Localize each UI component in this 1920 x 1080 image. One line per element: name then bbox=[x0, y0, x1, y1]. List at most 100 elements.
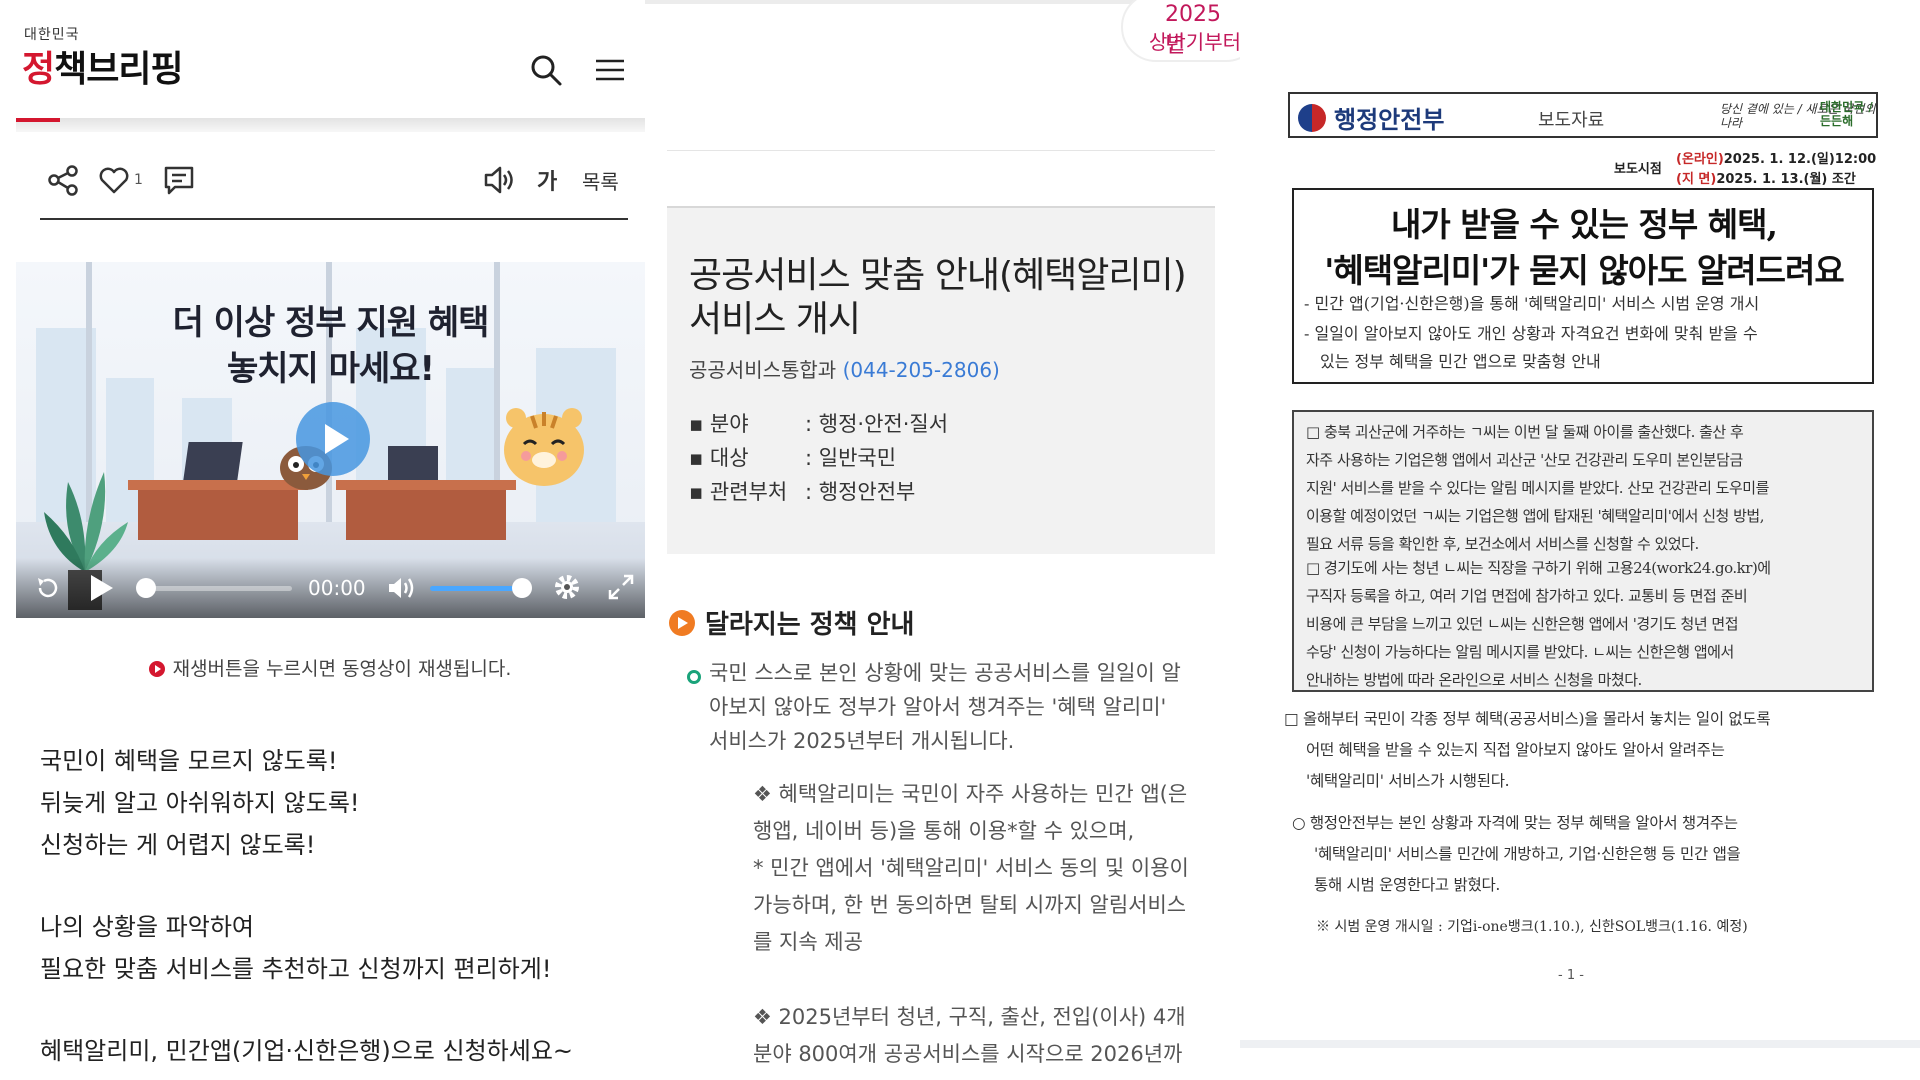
body-paragraph-1: □ 올해부터 국민이 각종 정부 혜택(공공서비스)을 몰라서 놓치는 일이 없… bbox=[1284, 704, 1894, 797]
text-line: 이용할 예정이었던 ㄱ씨는 기업은행 앱에 탑재된 '혜택알리미'에서 신청 방… bbox=[1306, 507, 1764, 525]
video-controls: 00:00 bbox=[16, 558, 645, 618]
text-line: ❖ 혜택알리미는 국민이 자주 사용하는 민간 앱(은 bbox=[753, 782, 1188, 806]
text-line: ❖ 2025년부터 청년, 구직, 출산, 전입(이사) 4개 bbox=[753, 1005, 1186, 1029]
replay-icon[interactable] bbox=[34, 574, 62, 602]
play-dot-icon bbox=[148, 661, 165, 677]
read-aloud-button[interactable] bbox=[482, 162, 516, 198]
service-info-card: 공공서비스 맞춤 안내(혜택알리미) 서비스 개시 공공서비스통합과 (044-… bbox=[667, 206, 1215, 554]
release-label: 보도시점 bbox=[1614, 162, 1662, 177]
note-paragraph-1: ❖ 혜택알리미는 국민이 자주 사용하는 민간 앱(은 행앱, 네이버 등)을 … bbox=[753, 776, 1233, 850]
text-line: 혜택알리미, 민간앱(기업·신한은행)으로 신청하세요~ bbox=[40, 1037, 574, 1065]
intro-paragraph-1: 국민이 혜택을 모르지 않도록! 뒤늦게 알고 아쉬워하지 않도록! 신청하는 … bbox=[40, 740, 640, 866]
text-line: □ 충북 괴산군에 거주하는 ㄱ씨는 이번 달 둘째 아이를 출산했다. 출산 … bbox=[1306, 423, 1744, 441]
headline-line2: '혜택알리미'가 묻지 않아도 알려드려요 bbox=[1324, 251, 1844, 290]
meta-key: ▪ 분야 bbox=[689, 412, 749, 436]
badge-subtitle: 상반기부터 bbox=[1149, 30, 1241, 54]
subheadline-1: - 민간 앱(기업·신한은행)을 통해 '혜택알리미' 서비스 시범 운영 개시 bbox=[1304, 294, 1760, 313]
meta-key: ▪ 관련부처 bbox=[689, 480, 788, 504]
meta-ministry: ▪ 관련부처 : 행정안전부 bbox=[689, 476, 915, 506]
department-phone[interactable]: (044-205-2806) bbox=[843, 358, 1000, 382]
document-header: 행정안전부 보도자료 당신 곁에 있는 / 새로운 국민의 나라 대한민국 / … bbox=[1288, 92, 1878, 138]
headline-box: 내가 받을 수 있는 정부 혜택, '혜택알리미'가 묻지 않아도 알려드려요 … bbox=[1292, 188, 1874, 384]
comment-button[interactable] bbox=[162, 162, 196, 198]
menu-icon[interactable] bbox=[592, 52, 628, 88]
intro-paragraph-3: 혜택알리미, 민간앱(기업·신한은행)으로 신청하세요~ bbox=[40, 1030, 640, 1072]
release-paper-tag: (지 면) bbox=[1676, 172, 1717, 187]
desk bbox=[336, 480, 516, 490]
text-line: 안내하는 방법에 따라 온라인으로 서비스 신청을 마쳤다. bbox=[1306, 671, 1642, 689]
meta-value: : 일반국민 bbox=[805, 446, 897, 470]
video-title: 더 이상 정부 지원 혜택 놓치지 마세요! bbox=[16, 300, 645, 392]
list-button[interactable]: 목록 bbox=[582, 162, 619, 198]
site-logo[interactable]: 정책브리핑 bbox=[22, 40, 184, 92]
text-line: 어떤 혜택을 받을 수 있는지 직접 알아보지 않아도 알아서 알려주는 bbox=[1306, 741, 1725, 759]
text-line: 통해 시범 운영한다고 밝혔다. bbox=[1314, 876, 1501, 894]
text-line: 국민이 혜택을 모르지 않도록! bbox=[40, 747, 338, 775]
like-button[interactable]: 1 bbox=[98, 162, 143, 198]
font-size-button[interactable]: 가 bbox=[537, 162, 557, 198]
laptop-illustration bbox=[388, 446, 438, 480]
divider bbox=[667, 150, 1215, 151]
subheadline-2: - 일일이 알아보지 않아도 개인 상황과 자격요건 변화에 맞춰 받을 수 bbox=[1304, 324, 1758, 343]
policy-detail-panel: 2025년 상반기부터 공공서비스 맞춤 안내(혜택알리미) 서비스 개시 공공… bbox=[645, 0, 1261, 1080]
heart-icon bbox=[99, 167, 129, 194]
fullscreen-icon[interactable] bbox=[606, 572, 636, 602]
video-title-line2: 놓치지 마세요! bbox=[226, 349, 435, 389]
lead-paragraph: 국민 스스로 본인 상황에 맞는 공공서비스를 일일이 알 아보지 않아도 정부… bbox=[709, 656, 1229, 758]
trial-date-note: ※ 시범 운영 개시일 : 기업i-one뱅크(1.10.), 신한SOL뱅크(… bbox=[1316, 919, 1748, 935]
section-play-icon bbox=[669, 609, 695, 636]
text-line: 아보지 않아도 정부가 알아서 챙겨주는 '혜택 알리미' bbox=[709, 695, 1167, 719]
release-online: (온라인)2025. 1. 12.(일)12:00 bbox=[1676, 148, 1876, 167]
release-paper: (지 면)2025. 1. 13.(월) 조간 bbox=[1676, 168, 1856, 187]
desk bbox=[138, 490, 298, 540]
search-icon[interactable] bbox=[528, 52, 564, 88]
progress-handle[interactable] bbox=[136, 578, 156, 598]
share-icon bbox=[48, 165, 78, 196]
volume-handle[interactable] bbox=[512, 578, 532, 598]
note-paragraph-2: * 민간 앱에서 '혜택알리미' 서비스 동의 및 이용이 가능하며, 한 번 … bbox=[753, 850, 1233, 961]
text-line: 국민 스스로 본인 상황에 맞는 공공서비스를 일일이 알 bbox=[709, 661, 1181, 685]
list-label: 목록 bbox=[582, 169, 619, 194]
video-player[interactable]: 더 이상 정부 지원 혜택 놓치지 마세요! 00:00 bbox=[16, 262, 645, 618]
logo-red-char: 정 bbox=[22, 49, 55, 90]
speaker-icon bbox=[484, 166, 513, 194]
video-time: 00:00 bbox=[308, 576, 366, 600]
video-title-line1: 더 이상 정부 지원 혜택 bbox=[172, 303, 490, 343]
text-line: ○ 행정안전부는 본인 상황과 자격에 맞는 정부 혜택을 알아서 챙겨주는 bbox=[1292, 814, 1738, 832]
text-line: '혜택알리미' 서비스가 시행된다. bbox=[1306, 772, 1510, 790]
text-line: 행앱, 네이버 등)을 통해 이용*할 수 있으며, bbox=[753, 819, 1135, 843]
headline-line1: 내가 받을 수 있는 정부 혜택, bbox=[1391, 205, 1778, 244]
meta-key: ▪ 대상 bbox=[689, 446, 749, 470]
meta-value: : 행정안전부 bbox=[805, 480, 916, 504]
section-heading-text: 달라지는 정책 안내 bbox=[705, 610, 915, 640]
settings-gear-icon[interactable] bbox=[552, 572, 582, 602]
volume-track[interactable] bbox=[430, 586, 520, 591]
desk bbox=[346, 490, 506, 540]
slogan-logo: 대한민국 / 든든해 bbox=[1820, 100, 1873, 128]
play-icon[interactable] bbox=[86, 572, 116, 604]
laptop-illustration bbox=[183, 442, 243, 480]
press-label: 보도자료 bbox=[1538, 110, 1605, 131]
volume-icon[interactable] bbox=[386, 574, 418, 602]
text-line: 구직자 등록을 하고, 여러 기업 면접에 참가하고 있다. 교통비 등 면접 … bbox=[1306, 587, 1748, 605]
ministry-logo: 행정안전부 bbox=[1298, 100, 1444, 135]
text-line: * 민간 앱에서 '혜택알리미' 서비스 동의 및 이용이 bbox=[753, 856, 1189, 880]
release-online-time: 2025. 1. 12.(일)12:00 bbox=[1723, 152, 1877, 167]
text-line: 분야 800여개 공공서비스를 시작으로 2026년까 bbox=[753, 1042, 1183, 1066]
video-hint-text: 재생버튼을 누르시면 동영상이 재생됩니다. bbox=[172, 658, 512, 680]
government-emblem-icon bbox=[1298, 103, 1326, 132]
body-paragraph-2: ○ 행정안전부는 본인 상황과 자격에 맞는 정부 혜택을 알아서 챙겨주는 '… bbox=[1292, 808, 1894, 901]
play-overlay-button[interactable] bbox=[296, 402, 370, 476]
text-line: 신청하는 게 어렵지 않도록! bbox=[40, 831, 316, 859]
note-paragraph-3: ❖ 2025년부터 청년, 구직, 출산, 전입(이사) 4개 분야 800여개… bbox=[753, 999, 1233, 1073]
font-size-label: 가 bbox=[537, 170, 558, 195]
share-button[interactable] bbox=[46, 162, 80, 198]
press-release-document: 행정안전부 보도자료 당신 곁에 있는 / 새로운 국민의 나라 대한민국 / … bbox=[1240, 0, 1920, 1080]
progress-track[interactable] bbox=[142, 586, 292, 591]
circle-bullet-icon bbox=[687, 670, 701, 684]
comment-icon bbox=[164, 166, 194, 195]
text-line: 자주 사용하는 기업은행 앱에서 괴산군 '산모 건강관리 도우미 본인분담금 bbox=[1306, 451, 1743, 469]
like-count: 1 bbox=[134, 172, 143, 188]
text-line: 나의 상황을 파악하여 bbox=[40, 913, 254, 941]
text-line: 지원' 서비스를 받을 수 있다는 알림 메시지를 받았다. 산모 건강관리 도… bbox=[1306, 479, 1769, 497]
